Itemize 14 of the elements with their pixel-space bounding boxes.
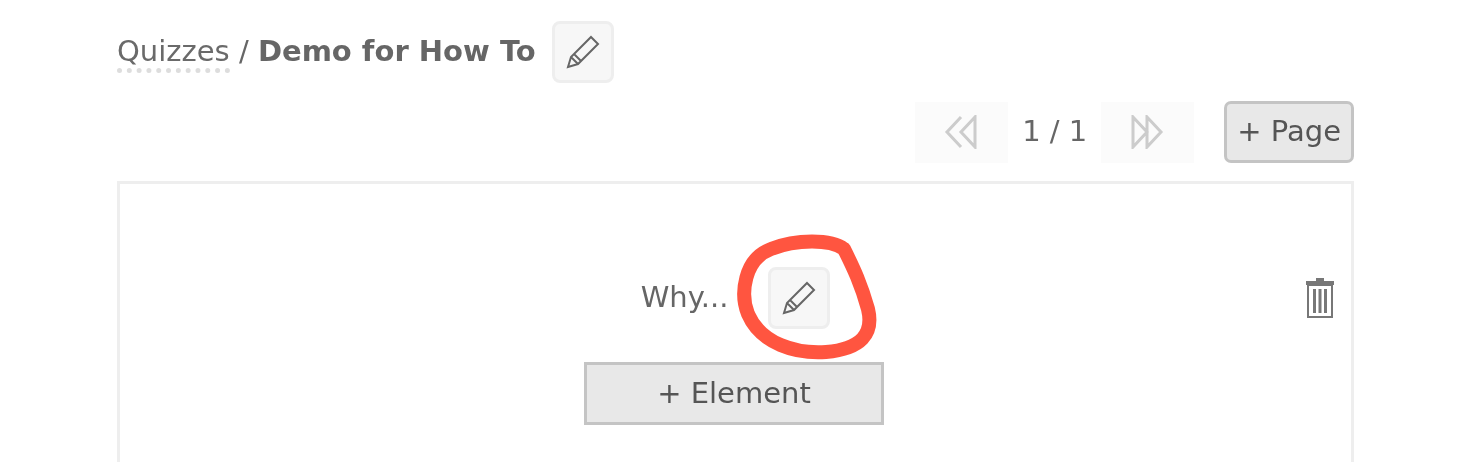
question-text: Why... bbox=[640, 279, 729, 317]
edit-button[interactable] bbox=[768, 267, 831, 329]
edit-button[interactable] bbox=[551, 21, 614, 83]
rewind-icon bbox=[943, 115, 980, 149]
fast-forward-icon bbox=[1129, 115, 1166, 149]
page-counter: 1 / 1 bbox=[1021, 113, 1089, 151]
breadcrumb-separator: / bbox=[238, 34, 249, 69]
pencil-icon bbox=[781, 280, 818, 316]
pencil-icon bbox=[564, 34, 601, 70]
quiz-title: Demo for How To bbox=[257, 34, 536, 69]
breadcrumb-link[interactable]: Quizzes bbox=[117, 34, 230, 74]
add-page-button[interactable]: + Page bbox=[1224, 101, 1354, 163]
add-element-button[interactable]: + Element bbox=[584, 362, 884, 425]
trash-icon[interactable] bbox=[1306, 278, 1334, 318]
